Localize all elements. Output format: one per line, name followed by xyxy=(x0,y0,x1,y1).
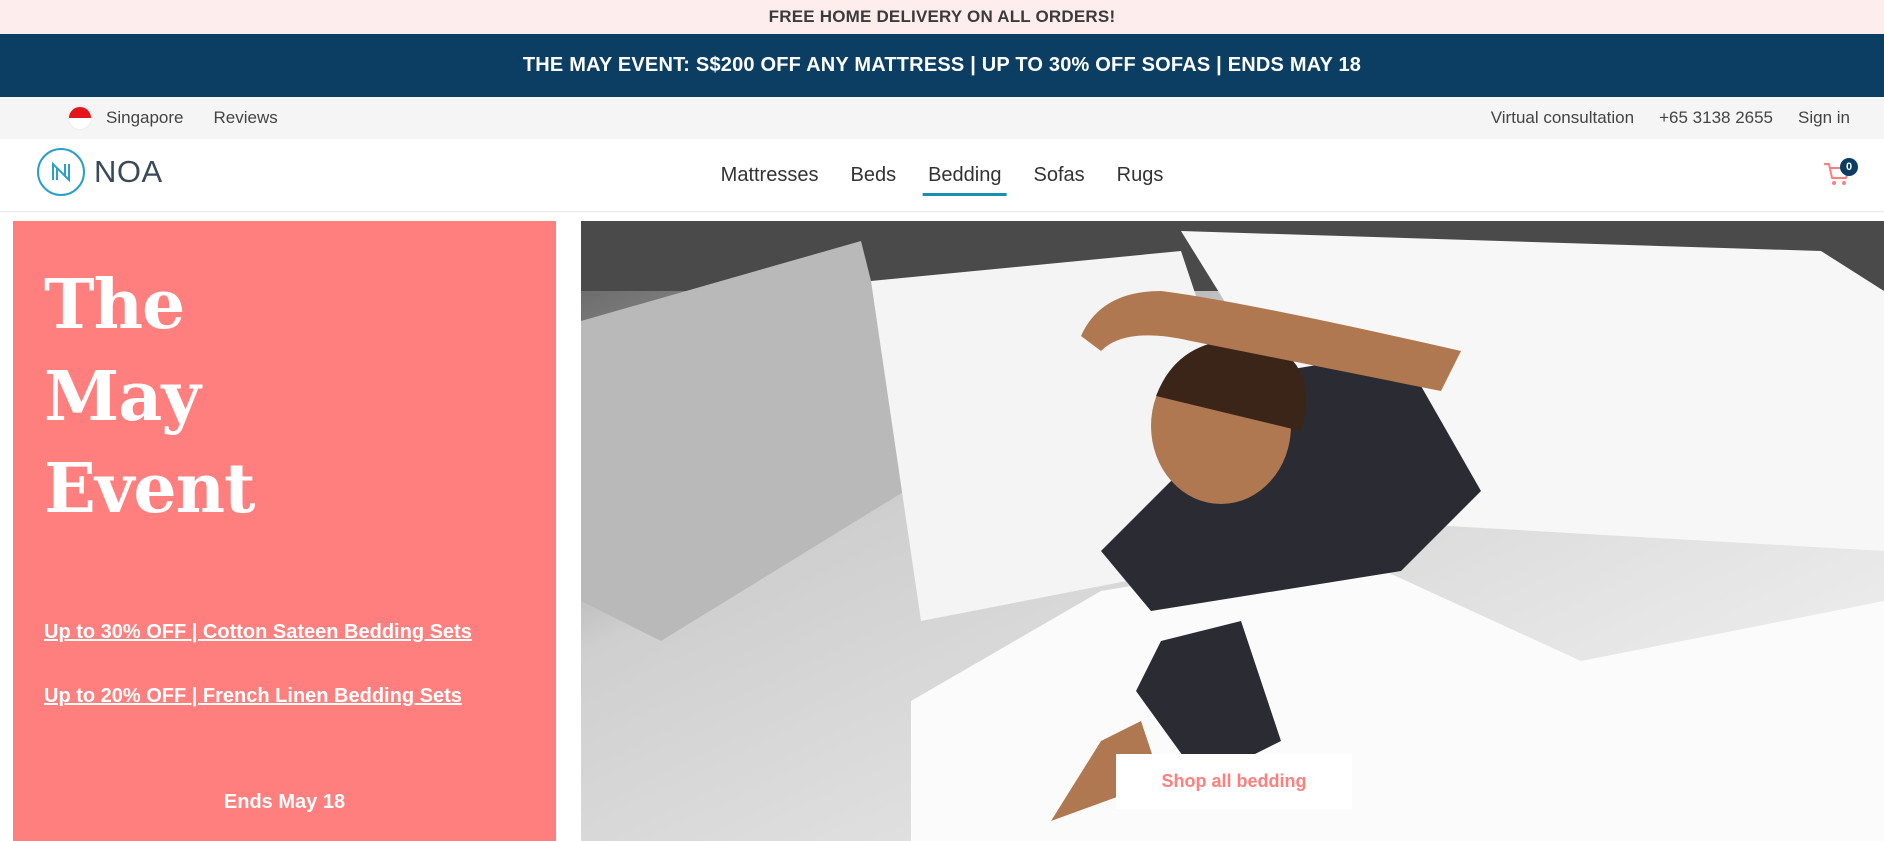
reviews-link[interactable]: Reviews xyxy=(214,108,278,128)
cart-count-badge: 0 xyxy=(1840,158,1858,176)
headline-line: May xyxy=(44,357,201,437)
phone-link[interactable]: +65 3138 2655 xyxy=(1659,108,1773,128)
hero-photo: Shop all bedding xyxy=(581,221,1884,841)
nav-beds[interactable]: Beds xyxy=(850,139,896,211)
nav-mattresses[interactable]: Mattresses xyxy=(721,139,819,211)
free-delivery-text: FREE HOME DELIVERY ON ALL ORDERS! xyxy=(768,7,1116,26)
region-label: Singapore xyxy=(106,108,184,127)
french-linen-deal-link[interactable]: Up to 20% OFF | French Linen Bedding Set… xyxy=(44,685,462,708)
free-delivery-banner: FREE HOME DELIVERY ON ALL ORDERS! xyxy=(0,0,1884,34)
shop-all-bedding-button[interactable]: Shop all bedding xyxy=(1116,754,1352,809)
cart-button[interactable]: 0 xyxy=(1822,158,1858,192)
may-event-banner[interactable]: THE MAY EVENT: S$200 OFF ANY MATTRESS | … xyxy=(0,34,1884,97)
headline-line: Event xyxy=(44,449,255,529)
sign-in-link[interactable]: Sign in xyxy=(1798,108,1850,128)
cotton-sateen-deal-link[interactable]: Up to 30% OFF | Cotton Sateen Bedding Se… xyxy=(44,621,472,644)
region-selector[interactable]: Singapore xyxy=(68,106,184,130)
noa-logo[interactable]: NOA xyxy=(37,148,163,196)
nav-bedding[interactable]: Bedding xyxy=(923,139,1007,211)
nav-sofas[interactable]: Sofas xyxy=(1033,139,1084,211)
nav-rugs[interactable]: Rugs xyxy=(1117,139,1164,211)
noa-logo-icon xyxy=(37,148,85,196)
main-header: NOA Mattresses Beds Bedding Sofas Rugs 0 xyxy=(0,139,1884,212)
virtual-consultation-link[interactable]: Virtual consultation xyxy=(1491,108,1634,128)
hero-headline: The May Event xyxy=(44,259,255,535)
headline-line: The xyxy=(44,265,185,345)
may-event-text: THE MAY EVENT: S$200 OFF ANY MATTRESS | … xyxy=(522,54,1362,76)
utility-bar: Singapore Reviews Virtual consultation +… xyxy=(0,97,1884,139)
ends-date: Ends May 18 xyxy=(223,791,346,813)
logo-text: NOA xyxy=(94,154,163,189)
main-nav: Mattresses Beds Bedding Sofas Rugs xyxy=(705,139,1180,211)
promo-panel: The May Event Up to 30% OFF | Cotton Sat… xyxy=(13,221,556,841)
sleeping-woman-image xyxy=(581,221,1884,841)
hero-section: The May Event Up to 30% OFF | Cotton Sat… xyxy=(0,221,1884,841)
singapore-flag-icon xyxy=(68,106,92,130)
